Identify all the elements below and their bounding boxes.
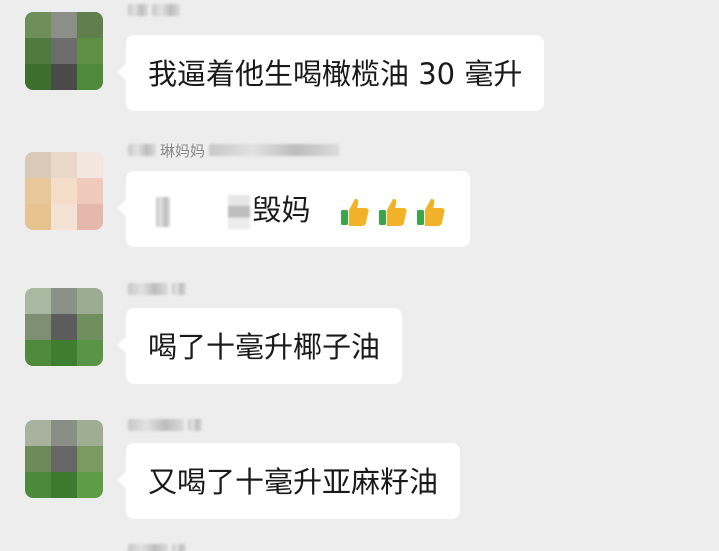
avatar[interactable] <box>25 288 103 366</box>
emoji-group <box>336 195 448 229</box>
redacted-name-block <box>128 419 184 431</box>
message-text: 我逼着他生喝橄榄油 30 毫升 <box>148 57 523 91</box>
thumbs-up-icon <box>416 198 445 226</box>
message-text: 喝了十毫升椰子油 <box>148 330 381 364</box>
avatar[interactable] <box>25 420 103 498</box>
redacted-name-block <box>172 544 186 551</box>
redacted-name-block <box>172 283 186 295</box>
thumbs-up-icon <box>378 198 407 226</box>
message-bubble[interactable]: 我逼着他生喝橄榄油 30 毫升 <box>116 35 545 111</box>
redacted-name-block <box>209 144 340 156</box>
message-bubble[interactable]: 毁妈 <box>117 171 470 247</box>
sender-name <box>128 281 186 297</box>
chat-window: 我逼着他生喝橄榄油 30 毫升 琳妈妈 毁妈 喝了十毫升椰子油 又喝了十毫升亚麻… <box>0 0 719 551</box>
avatar[interactable] <box>25 152 103 230</box>
sender-name: 琳妈妈 <box>128 141 340 160</box>
avatar[interactable] <box>25 12 103 90</box>
sender-name <box>128 417 202 433</box>
redacted-name-block <box>188 419 202 431</box>
message-text: 又喝了十毫升亚麻籽油 <box>148 465 439 499</box>
redacted-text-block <box>228 195 251 229</box>
redacted-name-block <box>128 4 148 16</box>
thumbs-up-icon <box>340 198 369 226</box>
redacted-name-block <box>128 283 168 295</box>
message-text: 毁妈 <box>252 193 311 227</box>
message-bubble[interactable]: 喝了十毫升椰子油 <box>116 308 403 384</box>
sender-name <box>128 2 180 18</box>
redacted-name-block <box>128 544 168 551</box>
sender-name-text: 琳妈妈 <box>160 141 206 160</box>
redacted-name-block <box>152 4 180 16</box>
redacted-text-block <box>156 197 170 227</box>
message-bubble[interactable]: 又喝了十毫升亚麻籽油 <box>116 443 461 519</box>
sender-name <box>128 541 186 551</box>
redacted-name-block <box>128 144 156 156</box>
